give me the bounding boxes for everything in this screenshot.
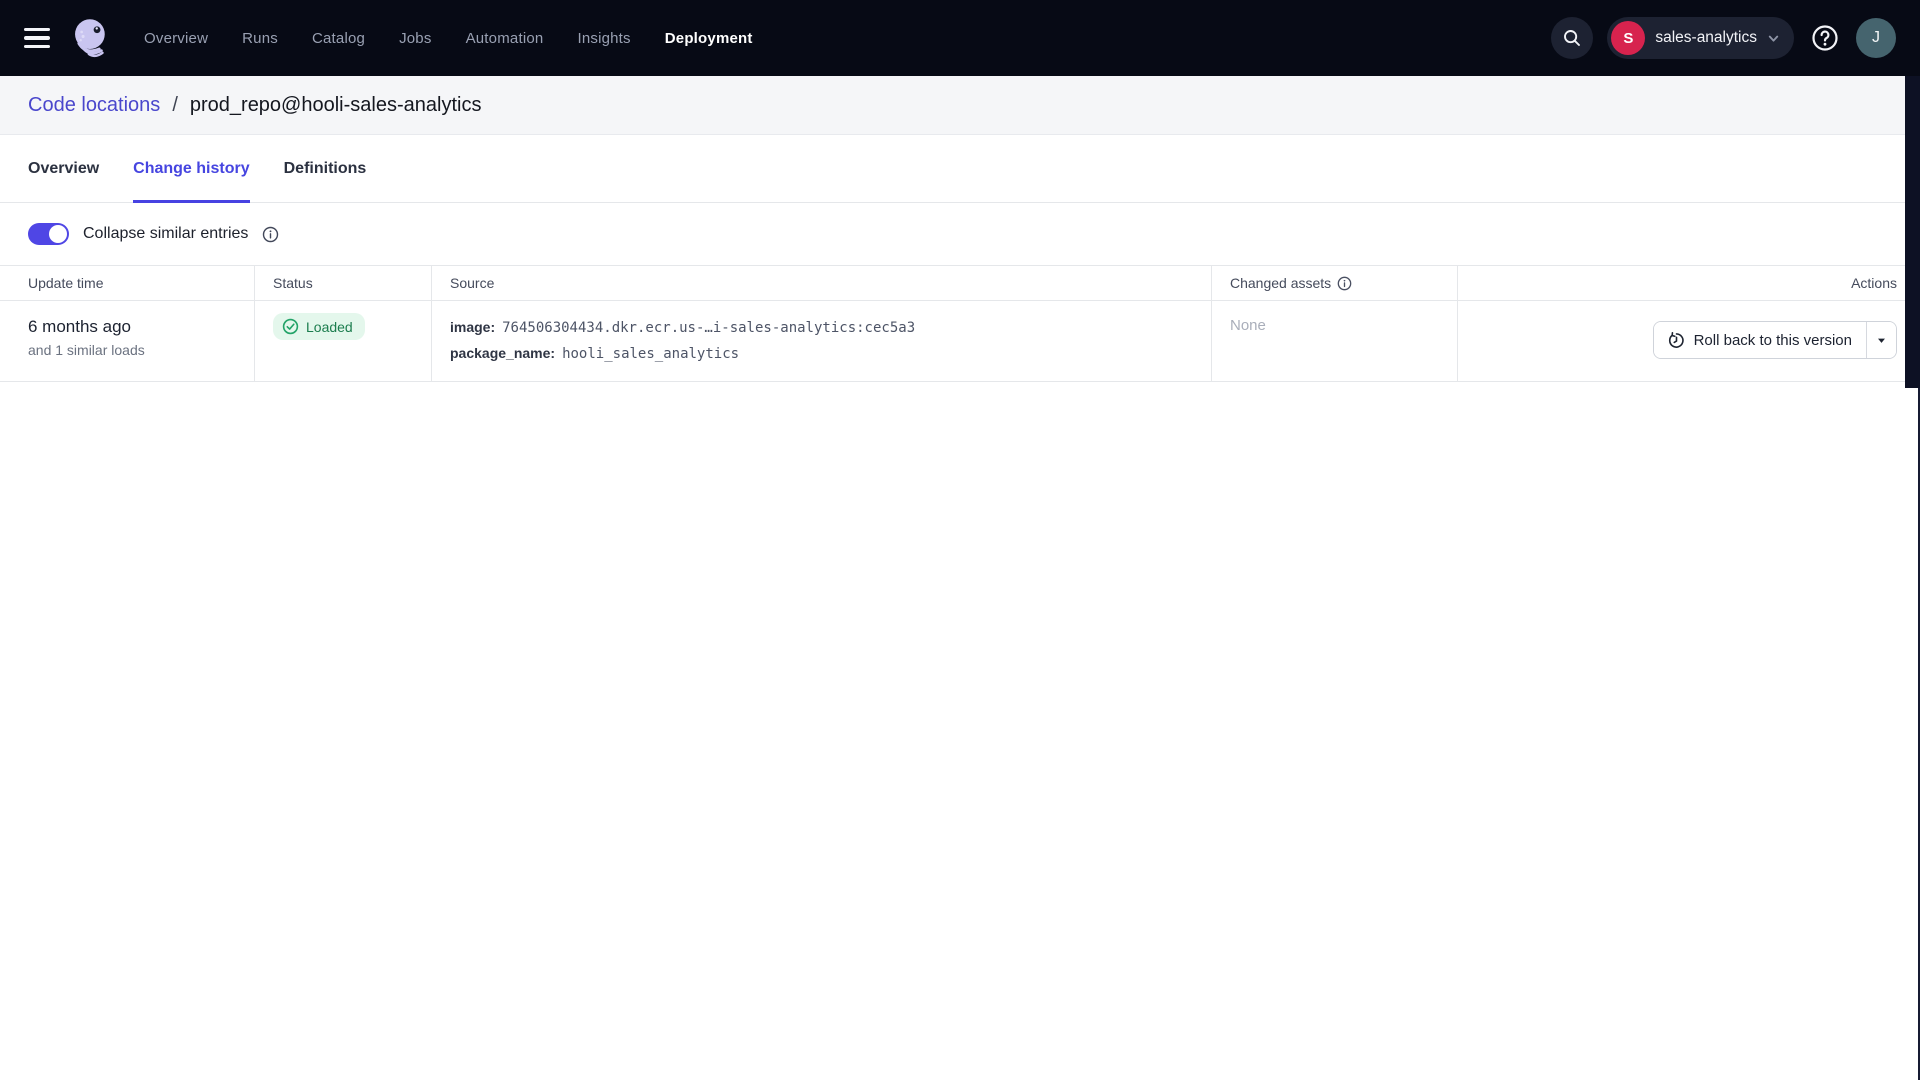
tab-bar: Overview Change history Definitions: [0, 135, 1920, 203]
search-icon: [1562, 28, 1582, 48]
history-rollback-icon: [1668, 332, 1685, 349]
status-label: Loaded: [306, 319, 353, 335]
user-avatar[interactable]: J: [1856, 18, 1896, 58]
caret-down-icon: [1876, 335, 1887, 346]
chevron-down-icon: [1767, 32, 1780, 45]
nav-item-deployment[interactable]: Deployment: [665, 30, 753, 47]
rollback-button-group: Roll back to this version: [1653, 321, 1897, 359]
status-cell: Loaded: [255, 301, 432, 381]
actions-cell: Roll back to this version: [1458, 301, 1905, 381]
toggle-knob: [49, 225, 67, 243]
header-changed-assets: Changed assets: [1212, 266, 1458, 300]
source-image-line: image: 764506304434.dkr.ecr.us-…i-sales-…: [450, 315, 1199, 341]
image-value: 764506304434.dkr.ecr.us-…i-sales-analyti…: [502, 316, 915, 341]
org-name-label: sales-analytics: [1655, 29, 1757, 47]
table-header-row: Update time Status Source Changed assets…: [0, 266, 1905, 301]
scrollbar-thumb[interactable]: [1905, 76, 1920, 388]
rollback-button-label: Roll back to this version: [1694, 332, 1852, 349]
page-title: prod_repo@hooli-sales-analytics: [190, 94, 482, 117]
breadcrumb-separator: /: [172, 94, 178, 117]
hamburger-menu-icon[interactable]: [24, 28, 50, 48]
header-update-time: Update time: [0, 266, 255, 300]
nav-item-insights[interactable]: Insights: [577, 30, 630, 47]
nav-item-jobs[interactable]: Jobs: [399, 30, 432, 47]
search-button[interactable]: [1551, 17, 1593, 59]
nav-item-overview[interactable]: Overview: [144, 30, 208, 47]
header-changed-assets-label: Changed assets: [1230, 275, 1331, 291]
org-initial-badge: S: [1611, 21, 1645, 55]
source-package-line: package_name: hooli_sales_analytics: [450, 341, 1199, 367]
package-name-value: hooli_sales_analytics: [562, 342, 739, 367]
breadcrumb-code-locations-link[interactable]: Code locations: [28, 94, 160, 117]
change-history-table: Update time Status Source Changed assets…: [0, 265, 1905, 382]
collapse-toggle-label: Collapse similar entries: [83, 225, 248, 243]
dagster-logo[interactable]: [68, 15, 114, 61]
header-source: Source: [432, 266, 1212, 300]
similar-loads-note: and 1 similar loads: [28, 342, 242, 358]
changed-assets-cell: None: [1212, 301, 1458, 381]
package-name-label: package_name:: [450, 341, 555, 366]
org-switcher[interactable]: S sales-analytics: [1607, 17, 1794, 59]
header-actions: Actions: [1458, 266, 1905, 300]
rollback-button[interactable]: Roll back to this version: [1654, 322, 1866, 358]
header-status: Status: [255, 266, 432, 300]
dagster-octopus-icon: [69, 16, 113, 60]
image-label: image:: [450, 315, 495, 340]
status-badge: Loaded: [273, 313, 365, 340]
question-mark-icon: [1810, 23, 1840, 53]
source-cell: image: 764506304434.dkr.ecr.us-…i-sales-…: [432, 301, 1212, 381]
changed-assets-value: None: [1230, 317, 1266, 334]
topnav-right-controls: S sales-analytics J: [1551, 17, 1896, 59]
nav-item-runs[interactable]: Runs: [242, 30, 278, 47]
help-button[interactable]: [1808, 21, 1842, 55]
info-icon[interactable]: [1337, 276, 1352, 291]
info-icon[interactable]: [262, 226, 279, 243]
nav-item-automation[interactable]: Automation: [466, 30, 544, 47]
primary-nav: Overview Runs Catalog Jobs Automation In…: [144, 30, 753, 47]
breadcrumb-strip: Code locations / prod_repo@hooli-sales-a…: [0, 76, 1920, 135]
breadcrumb: Code locations / prod_repo@hooli-sales-a…: [28, 94, 481, 117]
rollback-options-button[interactable]: [1866, 322, 1896, 358]
filter-row: Collapse similar entries: [0, 203, 1920, 265]
nav-item-catalog[interactable]: Catalog: [312, 30, 365, 47]
update-time-cell: 6 months ago and 1 similar loads: [0, 301, 255, 381]
table-row: 6 months ago and 1 similar loads Loaded …: [0, 301, 1905, 382]
update-time-value: 6 months ago: [28, 315, 242, 338]
tab-change-history[interactable]: Change history: [133, 135, 249, 202]
top-navigation-bar: Overview Runs Catalog Jobs Automation In…: [0, 0, 1920, 76]
tab-definitions[interactable]: Definitions: [284, 135, 367, 202]
tab-overview[interactable]: Overview: [28, 135, 99, 202]
collapse-similar-entries-toggle[interactable]: [28, 223, 69, 245]
check-circle-icon: [282, 318, 299, 335]
